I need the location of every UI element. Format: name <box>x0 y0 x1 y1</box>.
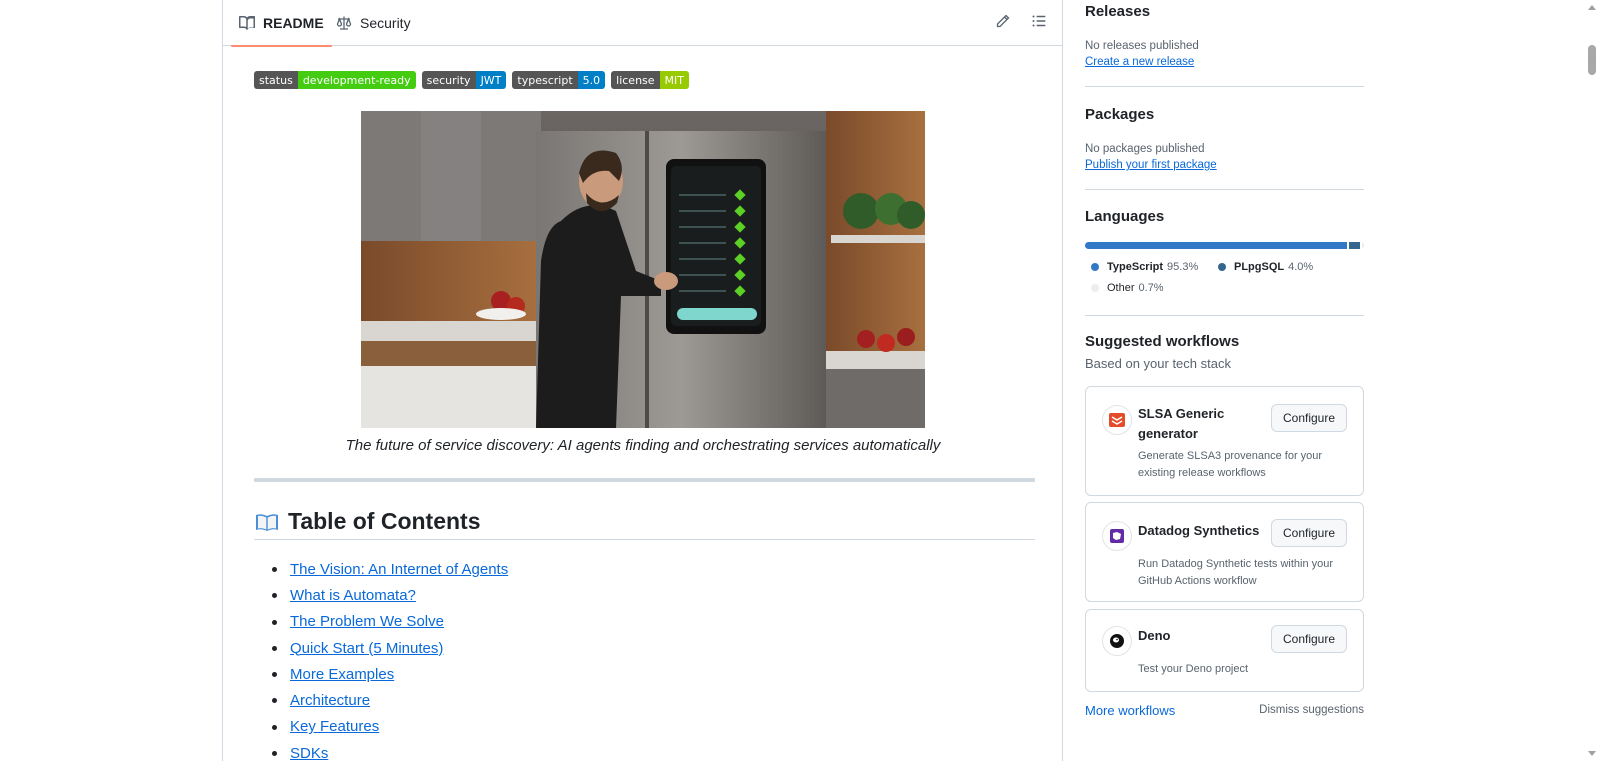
language-bar-segment <box>1349 242 1361 249</box>
scroll-thumb[interactable] <box>1588 45 1596 75</box>
toc-heading: Table of Contents <box>254 504 1035 540</box>
language-plpgsql[interactable]: PLpgSQL 4.0% <box>1218 261 1313 273</box>
repo-page: README Security status development-ready… <box>0 0 1600 761</box>
law-scale-icon <box>336 16 352 30</box>
workflow-card-deno: Deno Test your Deno project Configure <box>1085 609 1364 692</box>
language-percent: 95.3% <box>1167 261 1199 273</box>
language-bar <box>1085 242 1364 249</box>
language-bar-segment <box>1362 242 1364 249</box>
open-book-icon <box>256 513 278 531</box>
tab-readme-label: README <box>263 15 324 31</box>
badge-key: status <box>254 71 298 89</box>
language-bar-segment <box>1085 242 1348 249</box>
language-name: TypeScript <box>1107 261 1164 273</box>
packages-empty-text: No packages published <box>1085 143 1205 155</box>
workflow-name: SLSA Generic generator <box>1138 406 1225 441</box>
workflow-description: Test your Deno project <box>1138 663 1249 675</box>
badge-row: status development-ready security JWT ty… <box>254 71 690 89</box>
page-scrollbar[interactable] <box>1584 0 1600 761</box>
workflows-subtitle: Based on your tech stack <box>1085 356 1231 371</box>
language-name: Other <box>1107 282 1135 294</box>
workflow-name: Datadog Synthetics <box>1138 523 1260 538</box>
divider <box>1085 86 1364 87</box>
language-percent: 0.7% <box>1138 282 1164 294</box>
pencil-icon[interactable] <box>995 13 1015 33</box>
hero-image <box>361 111 925 428</box>
readme-panel: README Security status development-ready… <box>222 0 1063 761</box>
configure-button[interactable]: Configure <box>1271 519 1347 547</box>
horizontal-rule <box>254 478 1035 482</box>
toc-title: Table of Contents <box>288 508 481 534</box>
list-item: Quick Start (5 Minutes) <box>272 635 508 661</box>
book-icon <box>239 16 255 30</box>
hero-caption: The future of service discovery: AI agen… <box>345 437 941 454</box>
languages-title: Languages <box>1085 208 1165 225</box>
publish-package-link[interactable]: Publish your first package <box>1085 159 1217 171</box>
badge-key: typescript <box>512 71 578 89</box>
datadog-logo-icon <box>1102 521 1132 551</box>
list-item: The Problem We Solve <box>272 609 508 635</box>
toc-link[interactable]: Architecture <box>290 692 370 709</box>
badge-value: MIT <box>659 71 690 89</box>
list-item: More Examples <box>272 661 508 687</box>
scroll-down-arrow-icon[interactable] <box>1588 751 1596 756</box>
dismiss-suggestions-link[interactable]: Dismiss suggestions <box>1259 704 1364 716</box>
divider <box>1085 315 1364 316</box>
workflow-card-datadog: Datadog Synthetics Run Datadog Synthetic… <box>1085 502 1364 602</box>
badge-value: development-ready <box>297 71 416 89</box>
slsa-logo-icon <box>1102 405 1132 435</box>
toc-link[interactable]: What is Automata? <box>290 587 416 604</box>
workflows-title: Suggested workflows <box>1085 333 1240 350</box>
toc-link[interactable]: SDKs <box>290 745 328 761</box>
workflow-description: Run Datadog Synthetic tests within your … <box>1138 558 1334 587</box>
workflow-card-slsa: SLSA Generic generator Generate SLSA3 pr… <box>1085 386 1364 496</box>
license-badge[interactable]: license MIT <box>611 71 690 89</box>
language-typescript[interactable]: TypeScript 95.3% <box>1091 261 1198 273</box>
toc-link[interactable]: Quick Start (5 Minutes) <box>290 640 443 657</box>
language-percent: 4.0% <box>1288 261 1314 273</box>
scrolled-heading-fragment <box>249 32 1038 46</box>
badge-key: license <box>611 71 660 89</box>
typescript-color-dot <box>1091 263 1099 271</box>
divider <box>1085 189 1364 190</box>
toc-list: The Vision: An Internet of Agents What i… <box>272 556 508 761</box>
list-unordered-icon[interactable] <box>1031 13 1051 33</box>
list-item: What is Automata? <box>272 582 508 608</box>
releases-empty-text: No releases published <box>1085 40 1199 52</box>
list-item: The Vision: An Internet of Agents <box>272 556 508 582</box>
badge-value: JWT <box>475 71 507 89</box>
status-badge[interactable]: status development-ready <box>254 71 416 89</box>
more-workflows-link[interactable]: More workflows <box>1085 703 1175 718</box>
configure-button[interactable]: Configure <box>1271 625 1347 653</box>
list-item: Key Features <box>272 714 508 740</box>
list-item: Architecture <box>272 687 508 713</box>
packages-title: Packages <box>1085 106 1155 123</box>
badge-key: security <box>421 71 476 89</box>
toc-link[interactable]: The Problem We Solve <box>290 613 444 630</box>
typescript-badge[interactable]: typescript 5.0 <box>512 71 606 89</box>
security-badge[interactable]: security JWT <box>421 71 507 89</box>
plpgsql-color-dot <box>1218 263 1226 271</box>
scroll-up-arrow-icon[interactable] <box>1588 5 1596 10</box>
list-item: SDKs <box>272 740 508 761</box>
badge-value: 5.0 <box>577 71 606 89</box>
language-other[interactable]: Other 0.7% <box>1091 282 1164 294</box>
configure-button[interactable]: Configure <box>1271 404 1347 432</box>
toc-link[interactable]: More Examples <box>290 666 394 683</box>
workflow-description: Generate SLSA3 provenance for your exist… <box>1138 450 1323 479</box>
other-color-dot <box>1091 284 1099 292</box>
toc-link[interactable]: Key Features <box>290 718 379 735</box>
workflow-name: Deno <box>1138 628 1171 643</box>
toc-link[interactable]: The Vision: An Internet of Agents <box>290 561 508 578</box>
releases-title: Releases <box>1085 3 1151 20</box>
language-name: PLpgSQL <box>1234 261 1285 273</box>
deno-logo-icon <box>1102 626 1132 656</box>
tab-security-label: Security <box>360 15 411 31</box>
create-release-link[interactable]: Create a new release <box>1085 56 1194 68</box>
